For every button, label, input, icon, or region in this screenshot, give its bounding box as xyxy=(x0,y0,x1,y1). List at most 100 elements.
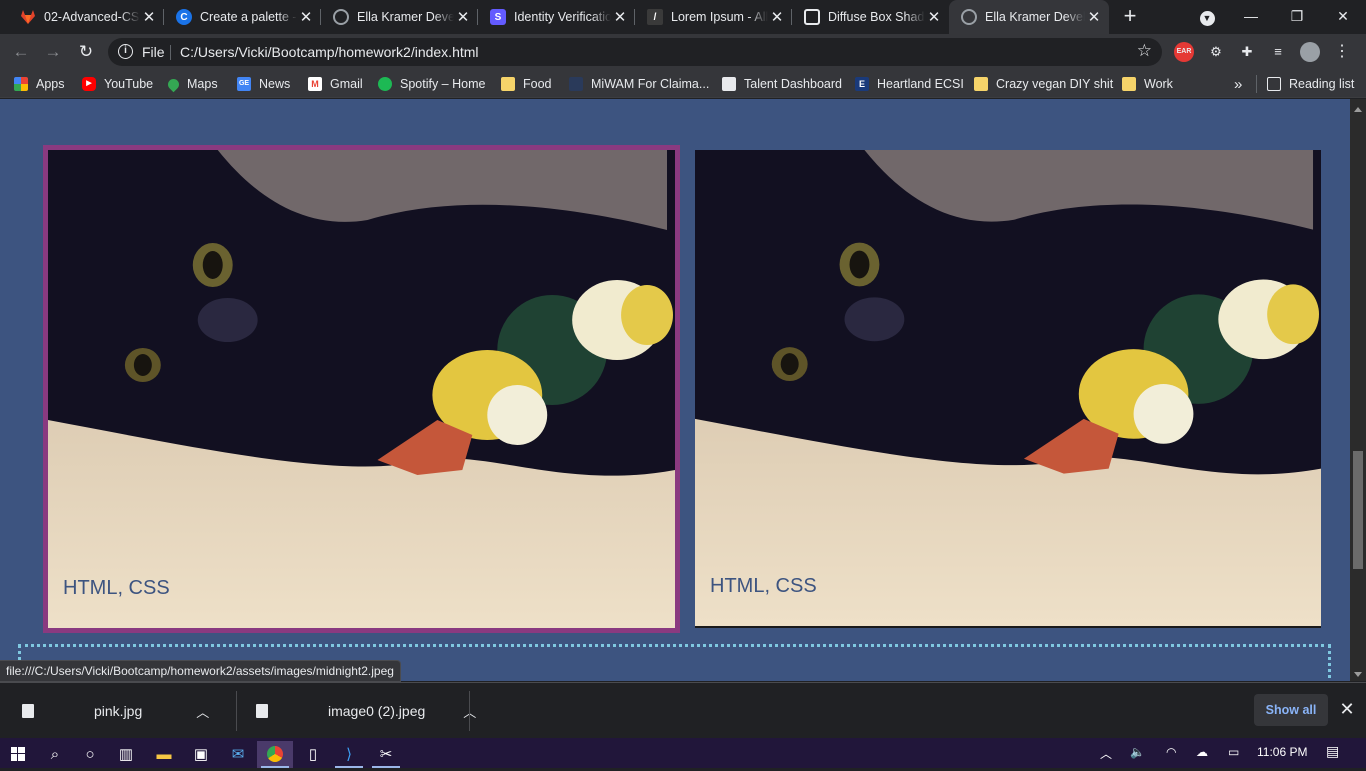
close-tab-icon[interactable]: ✕ xyxy=(140,8,158,26)
bookmark-label: Food xyxy=(523,77,552,91)
bookmark-label: Maps xyxy=(187,77,218,91)
info-icon[interactable]: i xyxy=(118,44,133,59)
doc-icon xyxy=(722,77,736,91)
project-card-highlighted[interactable]: HTML, CSS xyxy=(43,145,680,633)
address-url[interactable]: C:/Users/Vicki/Bootcamp/homework2/index.… xyxy=(180,44,479,60)
bookmark-miwam[interactable]: MiWAM For Claima... xyxy=(569,75,709,93)
e-icon: E xyxy=(855,77,869,91)
bookmark-label: Apps xyxy=(36,77,65,91)
tab-advanced-css[interactable]: 02-Advanced-CSS ✕ xyxy=(8,0,164,34)
back-button[interactable]: ← xyxy=(8,39,34,65)
vscode-icon[interactable]: ⟩ xyxy=(331,741,367,768)
box-icon xyxy=(804,9,820,25)
gitlab-icon xyxy=(20,9,36,25)
ear-extension-icon[interactable]: EAR xyxy=(1174,42,1194,62)
menu-icon[interactable]: ⋮ xyxy=(1332,42,1352,62)
bookmarks-bar: Apps ▶ YouTube Maps GE News M Gmail Spot… xyxy=(0,70,1366,98)
bookmark-news[interactable]: GE News xyxy=(237,75,290,93)
tab-ella-kramer-1[interactable]: Ella Kramer Developer ✕ xyxy=(321,0,478,34)
close-tab-icon[interactable]: ✕ xyxy=(925,8,943,26)
restore-button[interactable]: ❐ xyxy=(1274,0,1320,32)
volume-icon[interactable]: 🔈 xyxy=(1130,745,1145,759)
search-icon[interactable]: ⌕ xyxy=(37,741,73,768)
close-downloads-icon[interactable]: ✕ xyxy=(1336,698,1358,720)
wifi-icon[interactable]: ◠ xyxy=(1166,745,1176,759)
bookmark-talent-dashboard[interactable]: Talent Dashboard xyxy=(722,75,842,93)
puzzle-icon[interactable]: ✚ xyxy=(1237,42,1257,62)
close-tab-icon[interactable]: ✕ xyxy=(611,8,629,26)
file-icon xyxy=(22,704,34,718)
bookmark-label: Spotify – Home xyxy=(400,77,486,91)
tab-lorem-ipsum[interactable]: / Lorem Ipsum - All the facts ✕ xyxy=(635,0,792,34)
bookmark-folder-food[interactable]: Food xyxy=(501,75,552,93)
bookmark-maps[interactable]: Maps xyxy=(165,75,218,93)
tab-title: Create a palette - Coolors xyxy=(200,10,297,24)
bookmark-heartland[interactable]: E Heartland ECSI xyxy=(855,75,964,93)
bookmark-star-icon[interactable]: ☆ xyxy=(1137,41,1152,61)
download-item[interactable]: pink.jpg ︿ xyxy=(0,683,209,739)
close-tab-icon[interactable]: ✕ xyxy=(1085,8,1103,26)
bookmarks-overflow-button[interactable]: » xyxy=(1234,75,1242,93)
scroll-down-icon[interactable] xyxy=(1354,672,1362,677)
reload-button[interactable]: ↻ xyxy=(73,39,99,65)
downloads-shelf: pink.jpg ︿ image0 (2).jpeg ︿ Show all ✕ xyxy=(0,682,1366,738)
reading-list-button[interactable]: Reading list xyxy=(1256,75,1354,93)
scroll-thumb[interactable] xyxy=(1353,451,1363,569)
battery-icon[interactable]: ▭ xyxy=(1228,745,1239,759)
lorem-icon: / xyxy=(647,9,663,25)
close-tab-icon[interactable]: ✕ xyxy=(454,8,472,26)
card-caption: HTML, CSS xyxy=(710,575,817,597)
tray-chevron-up-icon[interactable]: ︿ xyxy=(1100,745,1112,762)
tab-coolors[interactable]: C Create a palette - Coolors ✕ xyxy=(164,0,321,34)
bookmark-spotify[interactable]: Spotify – Home xyxy=(378,75,485,93)
cat-photo xyxy=(695,150,1321,626)
task-view-icon[interactable]: ▥ xyxy=(108,741,144,768)
close-tab-icon[interactable]: ✕ xyxy=(297,8,315,26)
snip-tool-icon[interactable]: ✂ xyxy=(368,741,404,768)
new-tab-button[interactable]: + xyxy=(1118,5,1142,29)
file-explorer-icon[interactable]: ▬ xyxy=(146,741,182,768)
scroll-up-icon[interactable] xyxy=(1354,107,1362,112)
clock[interactable]: 11:06 PM xyxy=(1257,745,1307,759)
tab-ella-kramer-active[interactable]: Ella Kramer Developer ✕ xyxy=(949,0,1109,34)
cortana-icon[interactable]: ○ xyxy=(72,741,108,768)
tab-search-button[interactable]: ▼ xyxy=(1184,0,1230,32)
page-scrollbar[interactable] xyxy=(1350,99,1366,681)
close-window-button[interactable]: ✕ xyxy=(1320,0,1366,32)
bookmark-label: Heartland ECSI xyxy=(877,77,964,91)
notepad-icon[interactable]: ▯ xyxy=(295,741,331,768)
minimize-button[interactable]: — xyxy=(1228,0,1274,32)
show-all-downloads-button[interactable]: Show all xyxy=(1254,694,1328,726)
cat-photo xyxy=(48,150,675,628)
tab-title: Identity Verification xyxy=(514,10,611,24)
bookmark-gmail[interactable]: M Gmail xyxy=(308,75,363,93)
folder-icon xyxy=(974,77,988,91)
news-icon: GE xyxy=(237,77,251,91)
stripe-icon: S xyxy=(490,9,506,25)
windows-start-icon[interactable] xyxy=(0,741,36,768)
chrome-icon[interactable] xyxy=(257,741,293,768)
chevron-up-icon[interactable]: ︿ xyxy=(196,702,209,721)
close-tab-icon[interactable]: ✕ xyxy=(768,8,786,26)
onedrive-icon[interactable]: ☁ xyxy=(1196,745,1208,759)
avatar[interactable] xyxy=(1300,42,1320,62)
bookmark-label: Crazy vegan DIY shit xyxy=(996,77,1114,91)
bookmark-youtube[interactable]: ▶ YouTube xyxy=(82,75,153,93)
download-item[interactable]: image0 (2).jpeg ︿ xyxy=(234,683,476,739)
tab-diffuse-box-shadow[interactable]: Diffuse Box Shadow ✕ xyxy=(792,0,949,34)
bookmark-apps[interactable]: Apps xyxy=(14,75,65,93)
notifications-icon[interactable]: ▤ xyxy=(1326,743,1339,760)
tab-title: Lorem Ipsum - All the facts xyxy=(671,10,768,24)
address-bar[interactable]: i File C:/Users/Vicki/Bootcamp/homework2… xyxy=(108,38,1162,66)
forward-button[interactable]: → xyxy=(40,39,66,65)
bookmark-folder-crazy-vegan[interactable]: Crazy vegan DIY shit xyxy=(974,75,1113,93)
media-queue-icon[interactable]: ≡ xyxy=(1268,42,1288,62)
project-card[interactable]: HTML, CSS xyxy=(695,150,1321,628)
bookmark-folder-work[interactable]: Work xyxy=(1122,75,1173,93)
store-icon[interactable]: ▣ xyxy=(183,741,219,768)
youtube-icon: ▶ xyxy=(82,77,96,91)
tab-strip: 02-Advanced-CSS ✕ C Create a palette - C… xyxy=(0,0,1366,34)
mail-icon[interactable]: ✉ xyxy=(220,741,256,768)
gear-extension-icon[interactable]: ⚙ xyxy=(1206,42,1226,62)
tab-identity-verification[interactable]: S Identity Verification ✕ xyxy=(478,0,635,34)
